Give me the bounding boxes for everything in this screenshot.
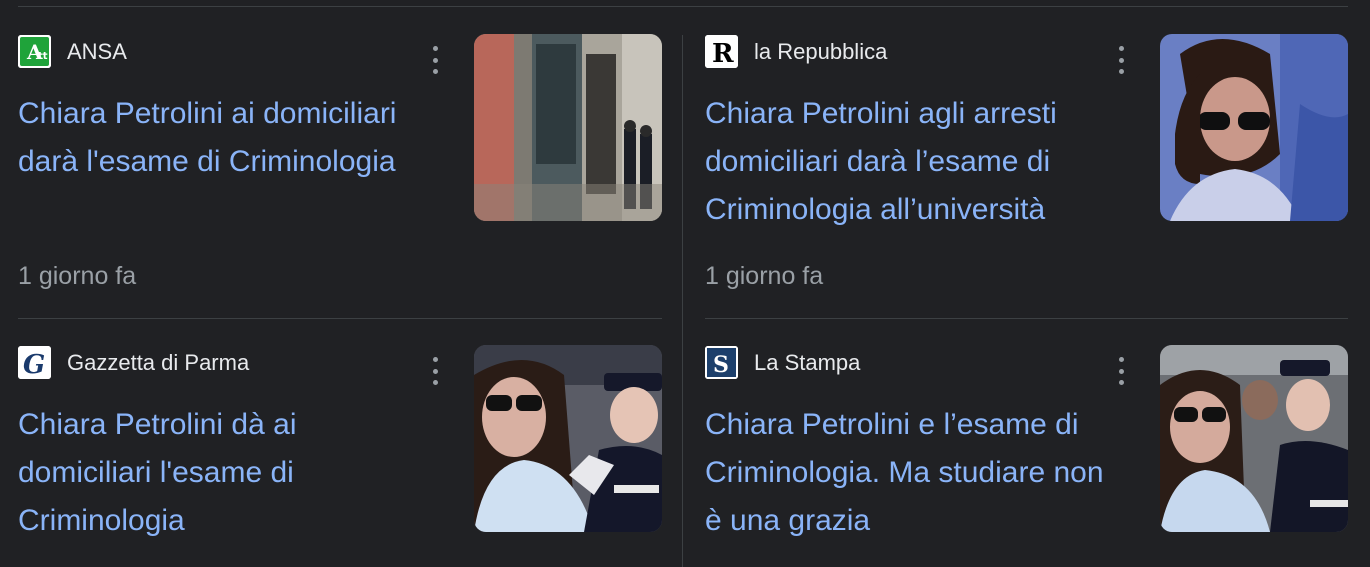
headline-line: Criminologia all’università [705,193,1046,226]
article-timestamp: 1 giorno fa [705,262,824,290]
repubblica-logo-icon: R [705,35,738,68]
more-options-icon[interactable] [430,46,440,74]
headline-line: Chiara Petrolini ai domiciliari [18,97,397,130]
column-divider [682,35,683,567]
svg-text:G: G [23,350,45,379]
svg-text:R: R [712,39,734,68]
article-thumbnail[interactable] [474,34,662,221]
article-headline[interactable]: Chiara Petrolini dà ai domiciliari l'esa… [18,401,296,545]
svg-text:tt: tt [38,51,48,62]
headline-line: Chiara Petrolini e l’esame di [705,408,1079,441]
news-source[interactable]: G Gazzetta di Parma [18,346,249,379]
row-divider-left [18,318,662,319]
stampa-logo-icon: S [705,346,738,379]
more-options-icon[interactable] [430,357,440,385]
article-thumbnail[interactable] [1160,345,1348,532]
headline-line: Criminologia. Ma studiare non [705,456,1104,489]
article-headline[interactable]: Chiara Petrolini ai domiciliari darà l'e… [18,90,396,186]
news-source[interactable]: R la Repubblica [705,35,887,68]
news-source[interactable]: S La Stampa [705,346,860,379]
headline-line: domiciliari l'esame di [18,456,294,489]
headline-line: darà l'esame di Criminologia [18,145,396,178]
headline-line: Chiara Petrolini dà ai [18,408,297,441]
article-headline[interactable]: Chiara Petrolini agli arresti domiciliar… [705,90,1057,234]
headline-line: domiciliari darà l’esame di [705,145,1051,178]
more-options-icon[interactable] [1116,46,1126,74]
source-name: la Repubblica [754,38,888,64]
ansa-logo-icon: A tt [18,35,51,68]
more-options-icon[interactable] [1116,357,1126,385]
article-thumbnail[interactable] [1160,34,1348,221]
source-name: ANSA [67,38,127,64]
row-divider-right [705,318,1348,319]
source-name: Gazzetta di Parma [67,349,250,375]
source-name: La Stampa [754,349,861,375]
building-with-officers-photo-icon [474,34,662,221]
woman-with-carabiniere-photo-icon [474,345,662,532]
headline-line: è una grazia [705,504,871,537]
woman-sunglasses-photo-icon [1160,34,1348,221]
article-thumbnail[interactable] [474,345,662,532]
article-timestamp: 1 giorno fa [18,262,137,290]
news-source[interactable]: A tt ANSA [18,35,127,68]
gazzetta-logo-icon: G [18,346,51,379]
svg-text:S: S [713,352,729,378]
headline-line: Criminologia [18,504,185,537]
article-headline[interactable]: Chiara Petrolini e l’esame di Criminolog… [705,401,1104,545]
woman-in-crowd-photo-icon [1160,345,1348,532]
headline-line: Chiara Petrolini agli arresti [705,97,1057,130]
top-divider [18,6,1348,7]
